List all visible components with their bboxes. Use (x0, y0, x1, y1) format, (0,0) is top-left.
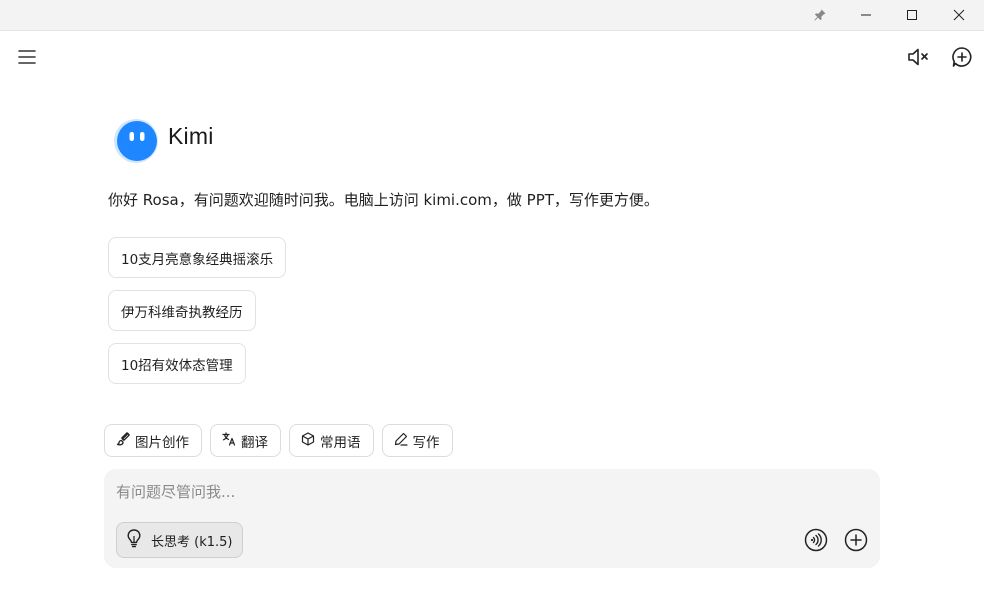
image-creation-button[interactable]: 图片创作 (104, 424, 202, 457)
close-icon[interactable] (936, 0, 982, 30)
greeting-text: 你好 Rosa，有问题欢迎随时问我。电脑上访问 kimi.com，做 PPT，写… (108, 191, 659, 209)
speaker-muted-icon[interactable] (902, 41, 934, 73)
lightbulb-icon (125, 528, 143, 552)
add-icon[interactable] (843, 527, 869, 553)
chip-label: 写作 (412, 434, 440, 451)
writing-button[interactable]: 写作 (381, 424, 453, 457)
suggestion-item[interactable]: 伊万科维奇执教经历 (108, 290, 256, 331)
kimi-logo-icon (113, 118, 159, 164)
hamburger-menu-icon[interactable] (11, 41, 43, 73)
translate-button[interactable]: 翻译 (210, 424, 281, 457)
suggestion-item[interactable]: 10招有效体态管理 (108, 343, 246, 384)
window-titlebar (0, 0, 984, 31)
long-thinking-label: 长思考 (k1.5) (151, 534, 233, 550)
suggestion-item[interactable]: 10支月亮意象经典摇滚乐 (108, 237, 287, 278)
minimize-icon[interactable] (843, 0, 889, 30)
new-chat-icon[interactable] (946, 41, 978, 73)
chip-label: 翻译 (241, 434, 268, 451)
maximize-icon[interactable] (889, 0, 935, 30)
tool-chips: 图片创作 翻译 常用语 写作 (104, 424, 453, 457)
pen-icon (393, 431, 409, 451)
chip-label: 图片创作 (135, 434, 189, 451)
chip-label: 常用语 (320, 434, 361, 451)
common-phrases-button[interactable]: 常用语 (289, 424, 374, 457)
brand-name: Kimi (168, 123, 214, 149)
translate-icon (221, 431, 237, 451)
cube-icon (300, 431, 316, 451)
brush-icon (115, 431, 131, 451)
message-input[interactable] (116, 483, 756, 501)
voice-call-icon[interactable] (803, 527, 829, 553)
chat-composer: 长思考 (k1.5) (104, 469, 880, 568)
pin-icon[interactable] (797, 0, 843, 30)
long-thinking-toggle[interactable]: 长思考 (k1.5) (116, 522, 244, 558)
